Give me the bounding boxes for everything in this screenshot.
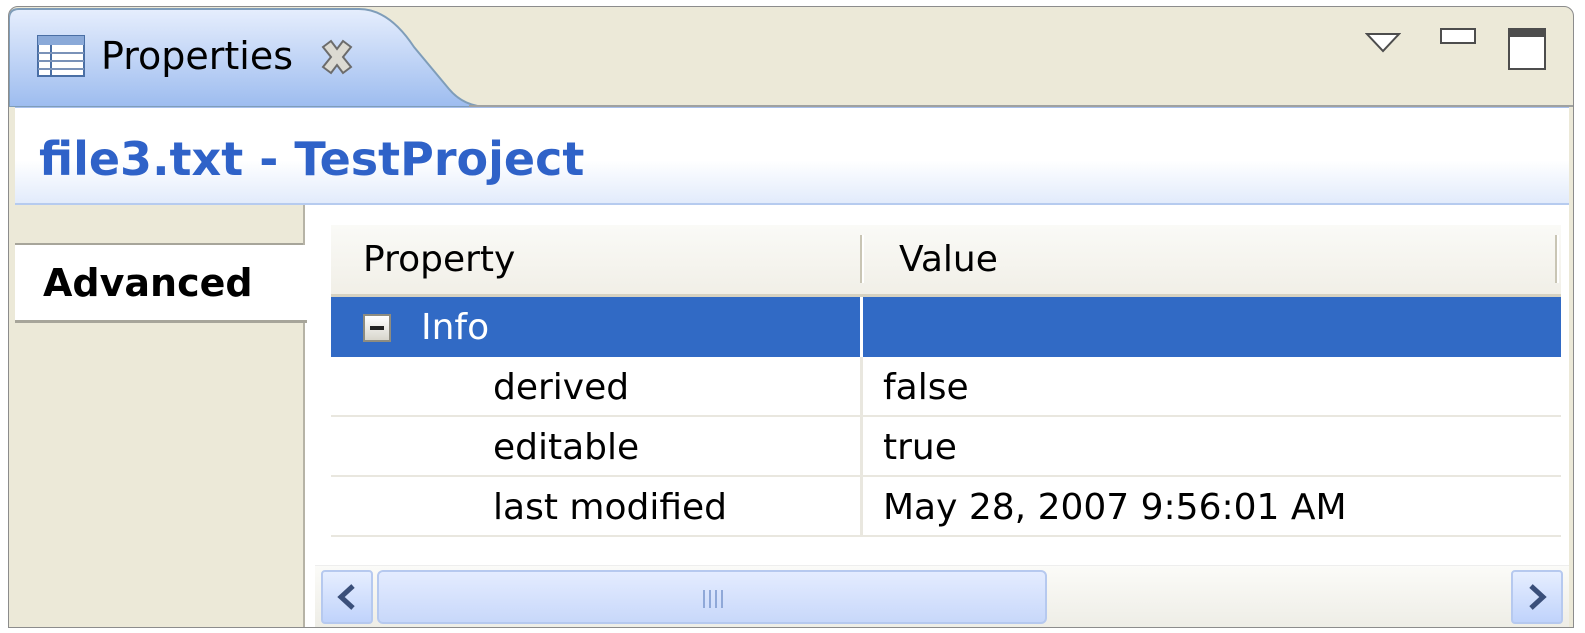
column-header-value-label: Value: [899, 239, 998, 280]
table-row[interactable]: last modified May 28, 2007 9:56:01 AM: [331, 477, 1561, 537]
collapse-minus-icon[interactable]: [363, 314, 391, 342]
table-row[interactable]: derived false: [331, 357, 1561, 417]
tab-list: Advanced: [15, 205, 307, 627]
column-header-property-label: Property: [363, 239, 516, 280]
property-value: false: [883, 367, 969, 408]
property-value: May 28, 2007 9:56:01 AM: [883, 487, 1347, 528]
scroll-right-button[interactable]: [1511, 570, 1563, 624]
tab-list-spacer: [15, 205, 303, 245]
column-header-value[interactable]: Value: [863, 225, 1561, 294]
scroll-left-arrow-icon: [337, 584, 355, 610]
property-name: editable: [493, 427, 640, 468]
scroll-left-button[interactable]: [321, 570, 373, 624]
tab-advanced[interactable]: Advanced: [15, 245, 307, 323]
table-cell-property: derived: [331, 357, 863, 415]
property-table: Property Value Info derived false editab…: [331, 215, 1561, 549]
table-cell-value[interactable]: May 28, 2007 9:56:01 AM: [863, 477, 1561, 535]
table-cell-property: last modified: [331, 477, 863, 535]
tab-properties-label[interactable]: Properties: [101, 34, 293, 78]
table-row[interactable]: editable true: [331, 417, 1561, 477]
table-header: Property Value: [331, 225, 1561, 297]
column-divider[interactable]: [1555, 235, 1559, 283]
property-name: last modified: [493, 487, 727, 528]
tab-advanced-label: Advanced: [43, 261, 253, 305]
scrollbar-thumb[interactable]: [377, 570, 1047, 624]
close-icon[interactable]: [317, 37, 357, 81]
properties-view: Properties file3.txt - TestProject Advan…: [8, 6, 1574, 628]
maximize-icon[interactable]: [1507, 27, 1549, 77]
table-cell-value[interactable]: false: [863, 357, 1561, 415]
properties-title-bar: file3.txt - TestProject: [15, 107, 1569, 205]
table-cell-value[interactable]: [863, 297, 1561, 357]
view-tab-strip: Properties: [9, 7, 1573, 107]
horizontal-scrollbar[interactable]: [315, 565, 1569, 627]
property-name: derived: [493, 367, 630, 408]
table-cell-property: Info: [331, 297, 863, 357]
table-cell-property: editable: [331, 417, 863, 475]
scrollbar-grip-icon: [703, 590, 723, 608]
category-label: Info: [421, 307, 490, 348]
page-title: file3.txt - TestProject: [39, 132, 585, 186]
properties-content: Advanced Property Value Info derived fal…: [15, 205, 1569, 627]
property-value: true: [883, 427, 957, 468]
column-header-property[interactable]: Property: [331, 225, 863, 294]
properties-table-icon: [37, 35, 85, 81]
scroll-right-arrow-icon: [1529, 584, 1547, 610]
view-menu-triangle-icon[interactable]: [1364, 31, 1402, 59]
table-row-info[interactable]: Info: [331, 297, 1561, 357]
minimize-icon[interactable]: [1439, 27, 1479, 53]
table-cell-value[interactable]: true: [863, 417, 1561, 475]
